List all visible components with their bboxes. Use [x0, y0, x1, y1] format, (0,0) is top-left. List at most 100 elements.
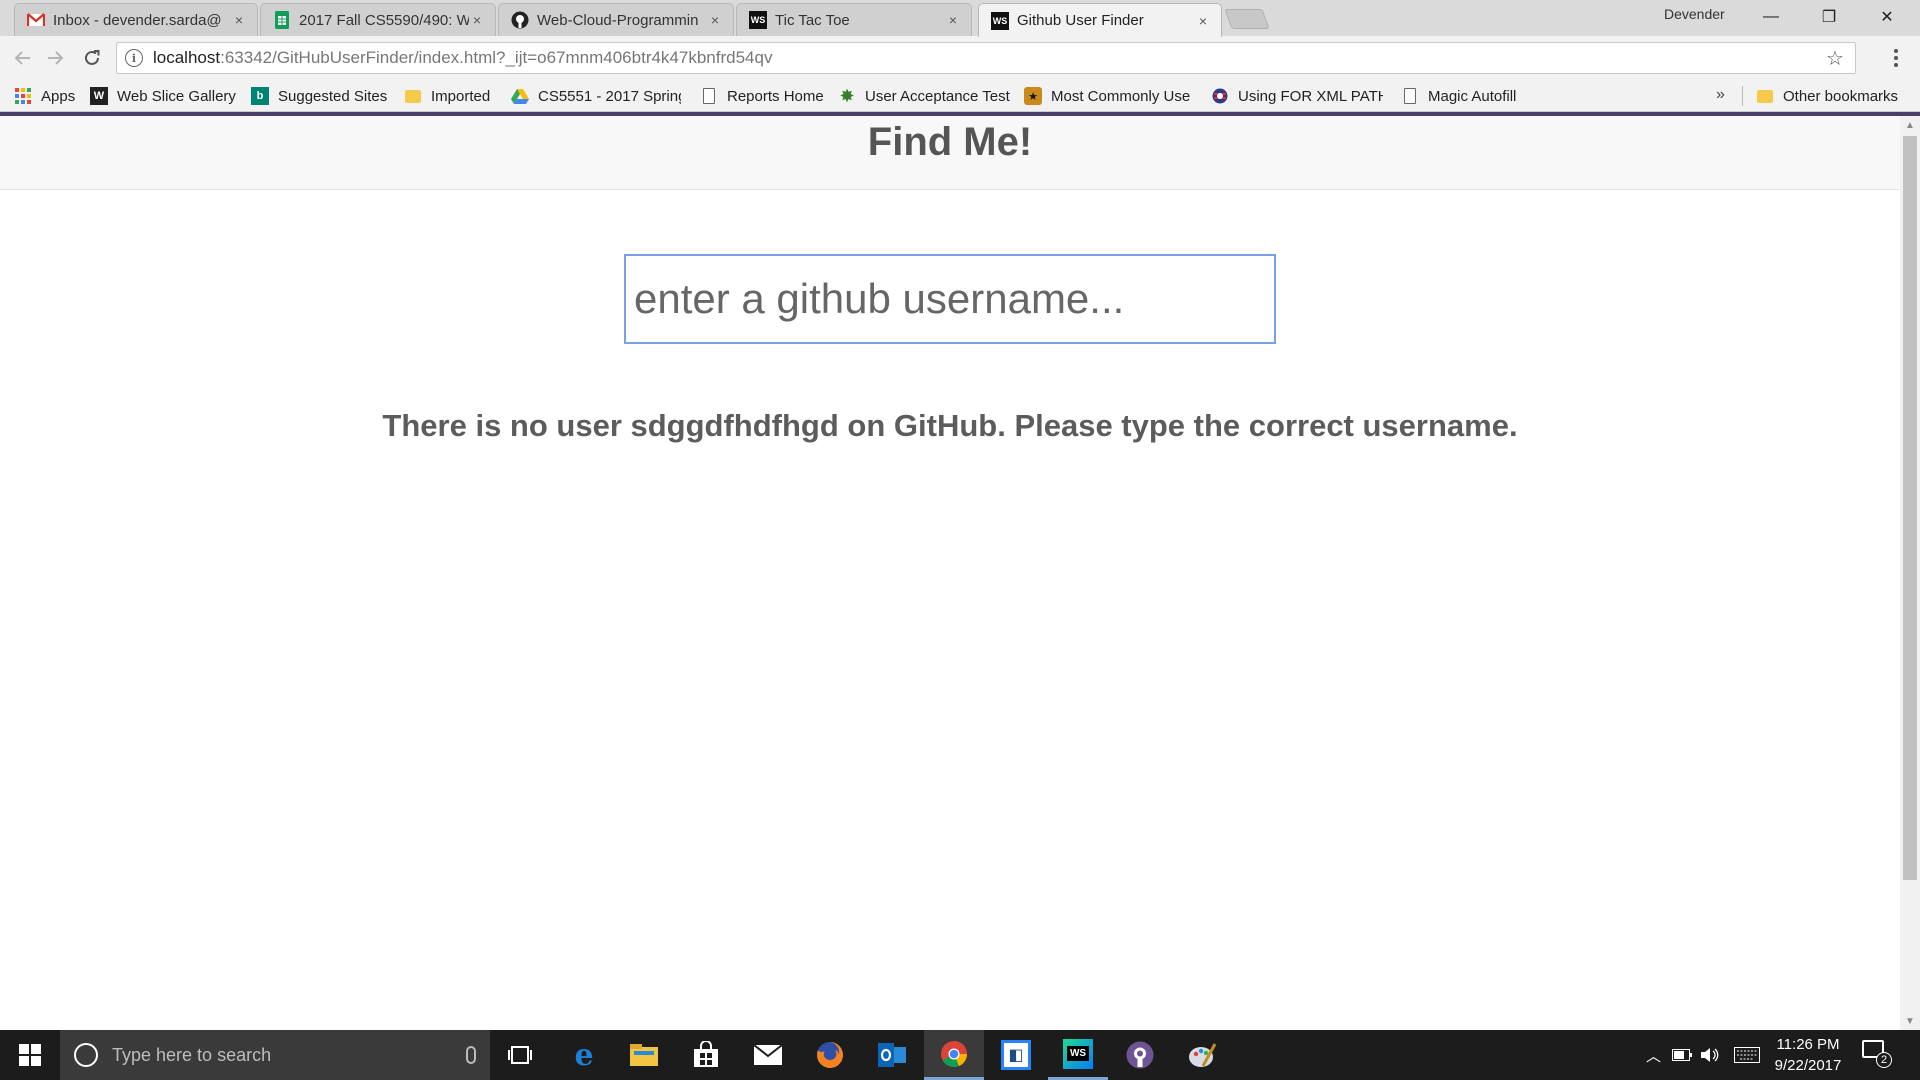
bookmark-label: CS5551 - 2017 Spring [538, 87, 681, 105]
tab-sheets[interactable]: 2017 Fall CS5590/490: W × [260, 3, 496, 36]
mail-icon[interactable] [738, 1030, 798, 1080]
tab-close-icon[interactable]: × [1195, 13, 1211, 29]
sheets-icon [273, 11, 291, 29]
user-not-found-message: There is no user sdggdfhdfhgd on GitHub.… [382, 408, 1518, 443]
restore-icon[interactable]: ❐ [1800, 0, 1858, 34]
bookmark-suggested-sites[interactable]: b Suggested Sites [251, 80, 387, 112]
tab-close-icon[interactable]: × [231, 12, 247, 28]
tab-title: Tic Tac Toe [775, 11, 850, 29]
action-center-icon[interactable]: 2 [1862, 1040, 1892, 1068]
page-title: Find Me! [867, 120, 1033, 164]
tab-title: 2017 Fall CS5590/490: W [299, 11, 469, 29]
edge-icon[interactable]: e [554, 1030, 614, 1080]
tab-github[interactable]: Web-Cloud-Programmin × [498, 3, 734, 36]
back-icon[interactable] [8, 44, 36, 72]
bookmark-magic-autofill[interactable]: Magic Autofill [1401, 80, 1516, 112]
minimize-icon[interactable]: — [1742, 0, 1800, 34]
paint-icon[interactable] [1172, 1030, 1232, 1080]
firefox-icon[interactable] [800, 1030, 860, 1080]
taskbar-search-box[interactable]: Type here to search [60, 1030, 490, 1080]
webstorm-icon: WS [749, 11, 767, 29]
profile-name[interactable]: Devender [1664, 6, 1725, 22]
apps-grid-icon [14, 87, 32, 105]
windows-taskbar: Type here to search e ◧ WS ︿ 11:26 PM 9/… [0, 1030, 1920, 1080]
battery-icon[interactable] [1672, 1030, 1692, 1080]
chrome-icon[interactable] [924, 1030, 984, 1080]
bookmark-label: Suggested Sites [278, 87, 388, 105]
notification-count-badge: 2 [1876, 1052, 1892, 1068]
page-scrollbar[interactable]: ▲ ▼ [1900, 116, 1920, 1030]
scroll-up-icon[interactable]: ▲ [1900, 116, 1920, 134]
clock-time: 11:26 PM [1776, 1036, 1840, 1053]
bookmark-label: Other bookmarks [1783, 87, 1899, 105]
page-header: Find Me! [0, 116, 1900, 190]
bookmark-user-acceptance-test[interactable]: ✸ User Acceptance Test [838, 80, 1010, 112]
tray-overflow-icon[interactable]: ︿ [1646, 1030, 1661, 1080]
page-icon [700, 87, 718, 105]
clock-date: 9/22/2017 [1774, 1057, 1842, 1074]
web-slice-icon: W [90, 87, 108, 105]
bookmark-label: Magic Autofill [1428, 87, 1517, 105]
tab-strip: Inbox - devender.sarda@ × 2017 Fall CS55… [0, 0, 1920, 37]
sourcetree-icon[interactable]: ◧ [986, 1030, 1046, 1080]
badge-icon: ★ [1024, 87, 1042, 105]
keyboard-icon[interactable] [1734, 1030, 1760, 1080]
volume-icon[interactable] [1700, 1030, 1720, 1080]
chrome-menu-icon[interactable] [1886, 44, 1906, 72]
taskbar-search-placeholder: Type here to search [112, 1044, 272, 1065]
tab-close-icon[interactable]: × [707, 12, 723, 28]
tab-close-icon[interactable]: × [945, 12, 961, 28]
file-explorer-icon[interactable] [614, 1030, 674, 1080]
github-username-input[interactable] [624, 254, 1276, 344]
tab-close-icon[interactable]: × [469, 12, 485, 28]
tab-tic-tac-toe[interactable]: WS Tic Tac Toe × [736, 3, 972, 36]
scrollbar-thumb[interactable] [1903, 136, 1917, 880]
taskbar-clock[interactable]: 11:26 PM 9/22/2017 [1768, 1034, 1848, 1076]
microphone-icon[interactable] [466, 1046, 476, 1064]
bookmark-label: Apps [41, 87, 76, 105]
close-window-icon[interactable]: ✕ [1858, 0, 1916, 34]
bookmark-most-commonly-used[interactable]: ★ Most Commonly Use [1024, 80, 1196, 112]
reload-icon[interactable] [78, 44, 106, 72]
bookmark-label: Most Commonly Use [1051, 87, 1191, 105]
tab-github-user-finder[interactable]: WS Github User Finder × [978, 3, 1222, 37]
task-view-icon[interactable] [490, 1030, 550, 1080]
github-desktop-icon[interactable] [1110, 1030, 1170, 1080]
cortana-icon [74, 1043, 98, 1067]
gear-bug-icon: ✸ [839, 85, 855, 106]
bookmark-imported[interactable]: Imported [404, 80, 490, 112]
scroll-down-icon[interactable]: ▼ [1900, 1012, 1920, 1030]
bookmark-label: Using FOR XML PATH [1238, 87, 1383, 105]
browser-toolbar: i localhost:63342/GitHubUserFinder/index… [0, 36, 1920, 80]
bookmark-reports-home[interactable]: Reports Home [700, 80, 824, 112]
bookmark-web-slice-gallery[interactable]: W Web Slice Gallery [90, 80, 236, 112]
forward-icon[interactable] [42, 44, 70, 72]
windows-logo-icon [19, 1044, 41, 1066]
folder-icon [404, 87, 422, 105]
bookmark-other-bookmarks[interactable]: Other bookmarks [1756, 80, 1898, 112]
tab-gmail[interactable]: Inbox - devender.sarda@ × [14, 3, 258, 36]
tab-title: Web-Cloud-Programmin [537, 11, 699, 29]
folder-icon [1756, 87, 1774, 105]
bookmark-label: User Acceptance Test [865, 87, 1010, 105]
webstorm-icon[interactable]: WS [1048, 1030, 1108, 1080]
bookmark-cs5551[interactable]: CS5551 - 2017 Spring [511, 80, 681, 112]
outlook-icon[interactable] [862, 1030, 922, 1080]
start-button[interactable] [0, 1030, 60, 1080]
info-icon[interactable]: i [125, 49, 143, 67]
url-host: localhost [153, 48, 221, 67]
gmail-icon [27, 11, 45, 29]
bookmark-star-icon[interactable]: ☆ [1815, 43, 1855, 73]
bookmark-apps[interactable]: Apps [14, 80, 75, 112]
bing-icon: b [251, 87, 269, 105]
bookmarks-overflow-icon[interactable]: » [1716, 86, 1725, 104]
bookmark-label: Web Slice Gallery [117, 87, 236, 105]
bookmarks-bar: Apps W Web Slice Gallery b Suggested Sit… [0, 80, 1920, 112]
drive-icon [511, 87, 529, 105]
bookmark-using-for-xml-path[interactable]: Using FOR XML PATH [1211, 80, 1383, 112]
store-icon[interactable] [676, 1030, 736, 1080]
github-icon [511, 11, 529, 29]
new-tab-button[interactable] [1224, 9, 1270, 29]
address-bar[interactable]: i localhost:63342/GitHubUserFinder/index… [116, 42, 1856, 74]
globe-icon [1211, 87, 1229, 105]
